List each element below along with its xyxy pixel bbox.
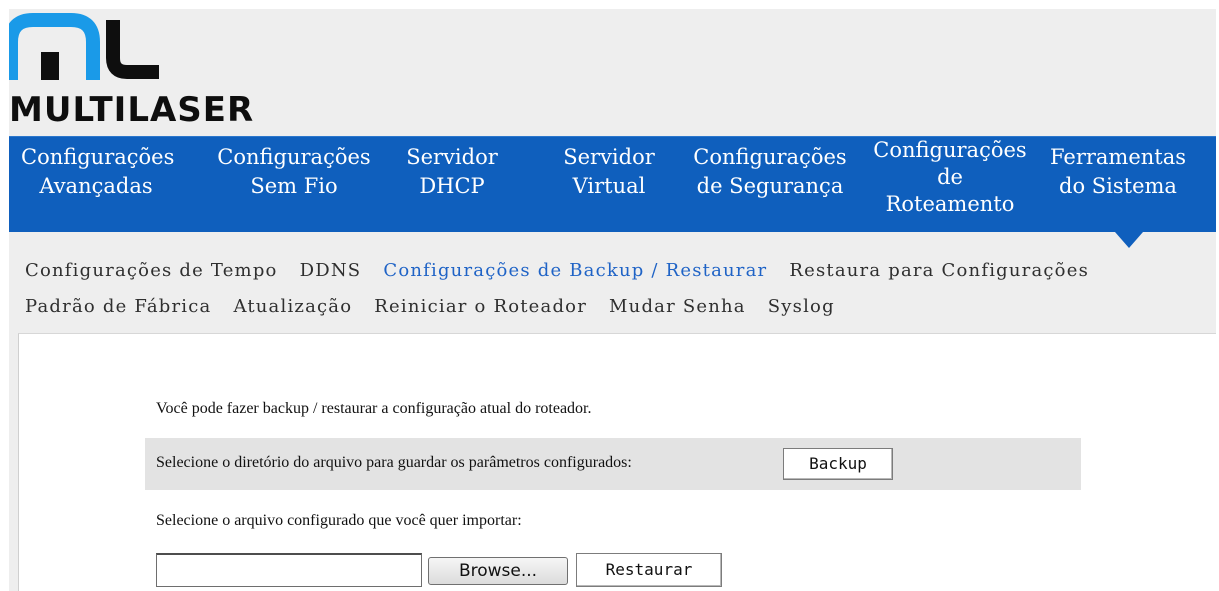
sub-nav-factory-reset[interactable]: Restaura para Configurações [789, 260, 1089, 282]
main-nav-wireless-settings[interactable]: Configurações Sem Fio [199, 143, 389, 201]
sub-nav-row-1: Configurações de Tempo DDNS Configurações … [25, 260, 1089, 282]
intro-text: Você pode fazer backup / restaurar a con… [156, 400, 592, 417]
logo-wordmark: MULTILASER [9, 90, 255, 130]
main-nav-dhcp-server[interactable]: Servidor DHCP [397, 143, 507, 201]
main-nav-system-tools[interactable]: Ferramentas do Sistema [1043, 143, 1193, 201]
main-nav-advanced-settings[interactable]: Configurações Avançadas [21, 143, 174, 201]
sub-nav-backup-restore[interactable]: Configurações de Backup / Restaurar [383, 260, 767, 282]
backup-row: Selecione o diretório do arquivo para gu… [145, 438, 1081, 490]
backup-button[interactable]: Backup [783, 448, 893, 480]
sub-nav-change-password[interactable]: Mudar Senha [609, 296, 746, 318]
sub-nav-ddns[interactable]: DDNS [300, 260, 362, 282]
multilaser-logo: MULTILASER [9, 12, 319, 130]
active-menu-pointer-icon [1115, 232, 1143, 248]
sub-nav-syslog[interactable]: Syslog [768, 296, 835, 318]
backup-label: Selecione o diretório do arquivo para gu… [156, 454, 632, 471]
sub-nav-factory-default[interactable]: Padrão de Fábrica [25, 296, 211, 318]
sub-nav-upgrade[interactable]: Atualização [233, 296, 352, 318]
sub-nav-row-2: Padrão de Fábrica Atualização Reiniciar o … [25, 296, 857, 318]
config-file-input[interactable] [156, 553, 422, 587]
main-nav-virtual-server[interactable]: Servidor Virtual [547, 143, 671, 201]
restore-button[interactable]: Restaurar [576, 553, 722, 587]
main-nav-routing-settings[interactable]: Configurações de Roteamento [857, 137, 1043, 218]
sub-nav-reboot-router[interactable]: Reiniciar o Roteador [374, 296, 587, 318]
logo-mark-icon [9, 13, 159, 80]
main-nav-security-settings[interactable]: Configurações de Segurança [677, 143, 863, 201]
import-label: Selecione o arquivo configurado que você… [156, 512, 522, 529]
backup-restore-panel: Você pode fazer backup / restaurar a con… [18, 333, 1216, 591]
sub-nav: Configurações de Tempo DDNS Configurações … [9, 232, 1216, 324]
main-nav: Configurações Avançadas Configurações Se… [9, 136, 1216, 232]
browse-button[interactable]: Browse... [428, 557, 568, 585]
sub-nav-time-settings[interactable]: Configurações de Tempo [25, 260, 278, 282]
